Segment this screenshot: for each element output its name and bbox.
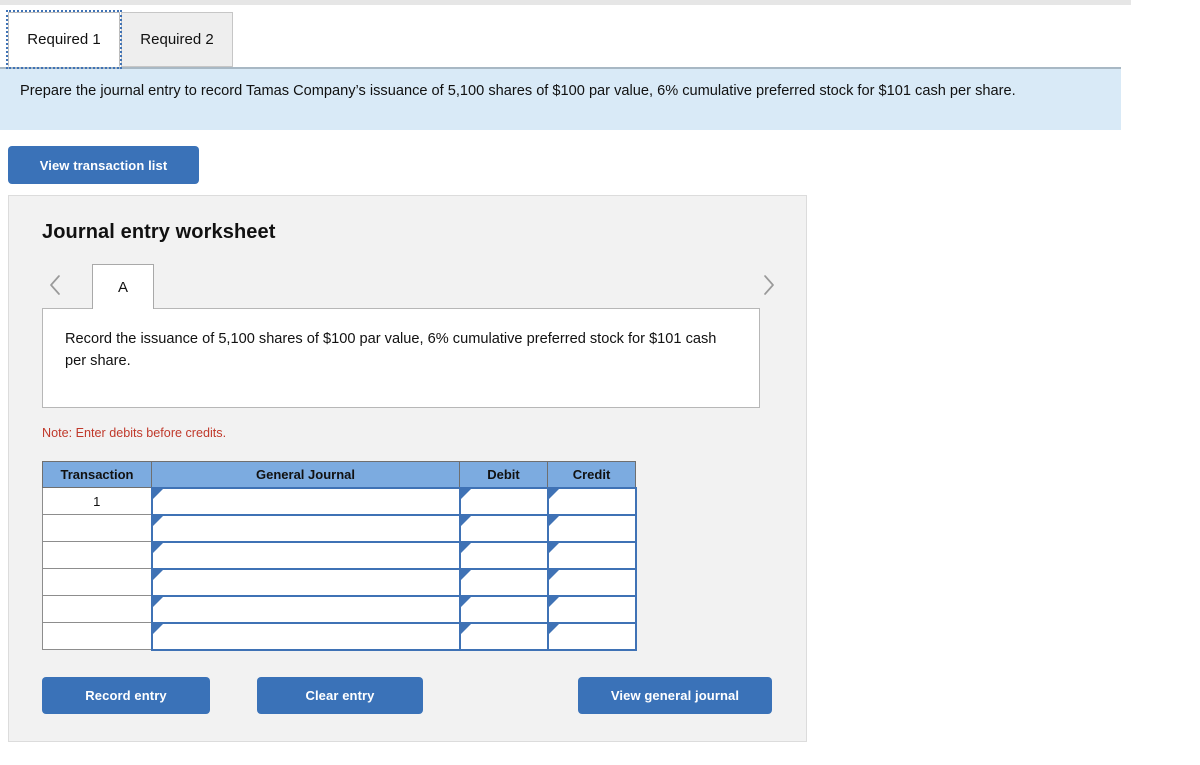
table-row: 1 xyxy=(42,486,637,516)
column-header-transaction: Transaction xyxy=(42,461,152,488)
cell-debit-input[interactable] xyxy=(458,567,549,597)
view-general-journal-button[interactable]: View general journal xyxy=(578,677,772,714)
column-header-credit: Credit xyxy=(547,461,636,488)
cell-general-journal-input[interactable] xyxy=(150,567,461,597)
column-header-general-journal: General Journal xyxy=(151,461,460,488)
tab-required-2-label: Required 2 xyxy=(140,31,214,48)
cell-transaction: 1 xyxy=(42,487,152,515)
cell-credit-input[interactable] xyxy=(546,594,637,624)
cell-transaction xyxy=(42,595,152,623)
cell-debit-input[interactable] xyxy=(458,594,549,624)
table-row xyxy=(42,621,637,651)
cell-general-journal-input[interactable] xyxy=(150,594,461,624)
cell-debit-input[interactable] xyxy=(458,486,549,516)
cell-credit-input[interactable] xyxy=(546,486,637,516)
cell-transaction xyxy=(42,568,152,596)
cell-debit-input[interactable] xyxy=(458,621,549,651)
cell-transaction xyxy=(42,622,152,650)
record-instruction-text: Record the issuance of 5,100 shares of $… xyxy=(65,331,717,369)
cell-general-journal-input[interactable] xyxy=(150,486,461,516)
required-tabbar: Required 1 Required 2 xyxy=(6,10,233,69)
record-instruction-box: Record the issuance of 5,100 shares of $… xyxy=(42,308,760,408)
column-header-debit: Debit xyxy=(459,461,548,488)
record-entry-button[interactable]: Record entry xyxy=(42,677,210,714)
table-header-row: Transaction General Journal Debit Credit xyxy=(42,461,636,488)
table-row xyxy=(42,540,637,570)
worksheet-page-tab-a-label: A xyxy=(117,278,128,296)
tab-required-2[interactable]: Required 2 xyxy=(121,12,233,67)
clear-entry-button[interactable]: Clear entry xyxy=(257,677,423,714)
chevron-right-icon[interactable] xyxy=(755,270,781,300)
record-entry-label: Record entry xyxy=(85,688,167,703)
table-row xyxy=(42,513,637,543)
clear-entry-label: Clear entry xyxy=(305,688,375,703)
cell-debit-input[interactable] xyxy=(458,513,549,543)
tab-required-1[interactable]: Required 1 xyxy=(6,10,122,69)
cell-transaction xyxy=(42,541,152,569)
debits-before-credits-note: Note: Enter debits before credits. xyxy=(42,426,227,440)
cell-transaction xyxy=(42,514,152,542)
cell-debit-input[interactable] xyxy=(458,540,549,570)
cell-credit-input[interactable] xyxy=(546,513,637,543)
worksheet-page-tab-a[interactable]: A xyxy=(92,264,154,309)
cell-general-journal-input[interactable] xyxy=(150,621,461,651)
table-row xyxy=(42,567,637,597)
cell-general-journal-input[interactable] xyxy=(150,513,461,543)
journal-entry-worksheet-panel: Journal entry worksheet A Record the iss… xyxy=(8,195,807,742)
worksheet-title: Journal entry worksheet xyxy=(42,221,276,243)
cell-general-journal-input[interactable] xyxy=(150,540,461,570)
journal-entry-table: Transaction General Journal Debit Credit… xyxy=(42,461,637,651)
instruction-text: Prepare the journal entry to record Tama… xyxy=(20,83,1016,99)
table-row xyxy=(42,594,637,624)
cell-credit-input[interactable] xyxy=(546,567,637,597)
view-general-journal-label: View general journal xyxy=(610,688,740,703)
view-transaction-list-button[interactable]: View transaction list xyxy=(8,146,199,184)
worksheet-tab-nav: A xyxy=(42,264,775,309)
tab-required-1-label: Required 1 xyxy=(27,31,101,48)
top-gray-strip xyxy=(0,0,1131,5)
instruction-banner: Prepare the journal entry to record Tama… xyxy=(0,67,1121,130)
cell-credit-input[interactable] xyxy=(546,621,637,651)
view-transaction-list-label: View transaction list xyxy=(39,157,168,173)
chevron-left-icon[interactable] xyxy=(42,270,68,300)
cell-credit-input[interactable] xyxy=(546,540,637,570)
